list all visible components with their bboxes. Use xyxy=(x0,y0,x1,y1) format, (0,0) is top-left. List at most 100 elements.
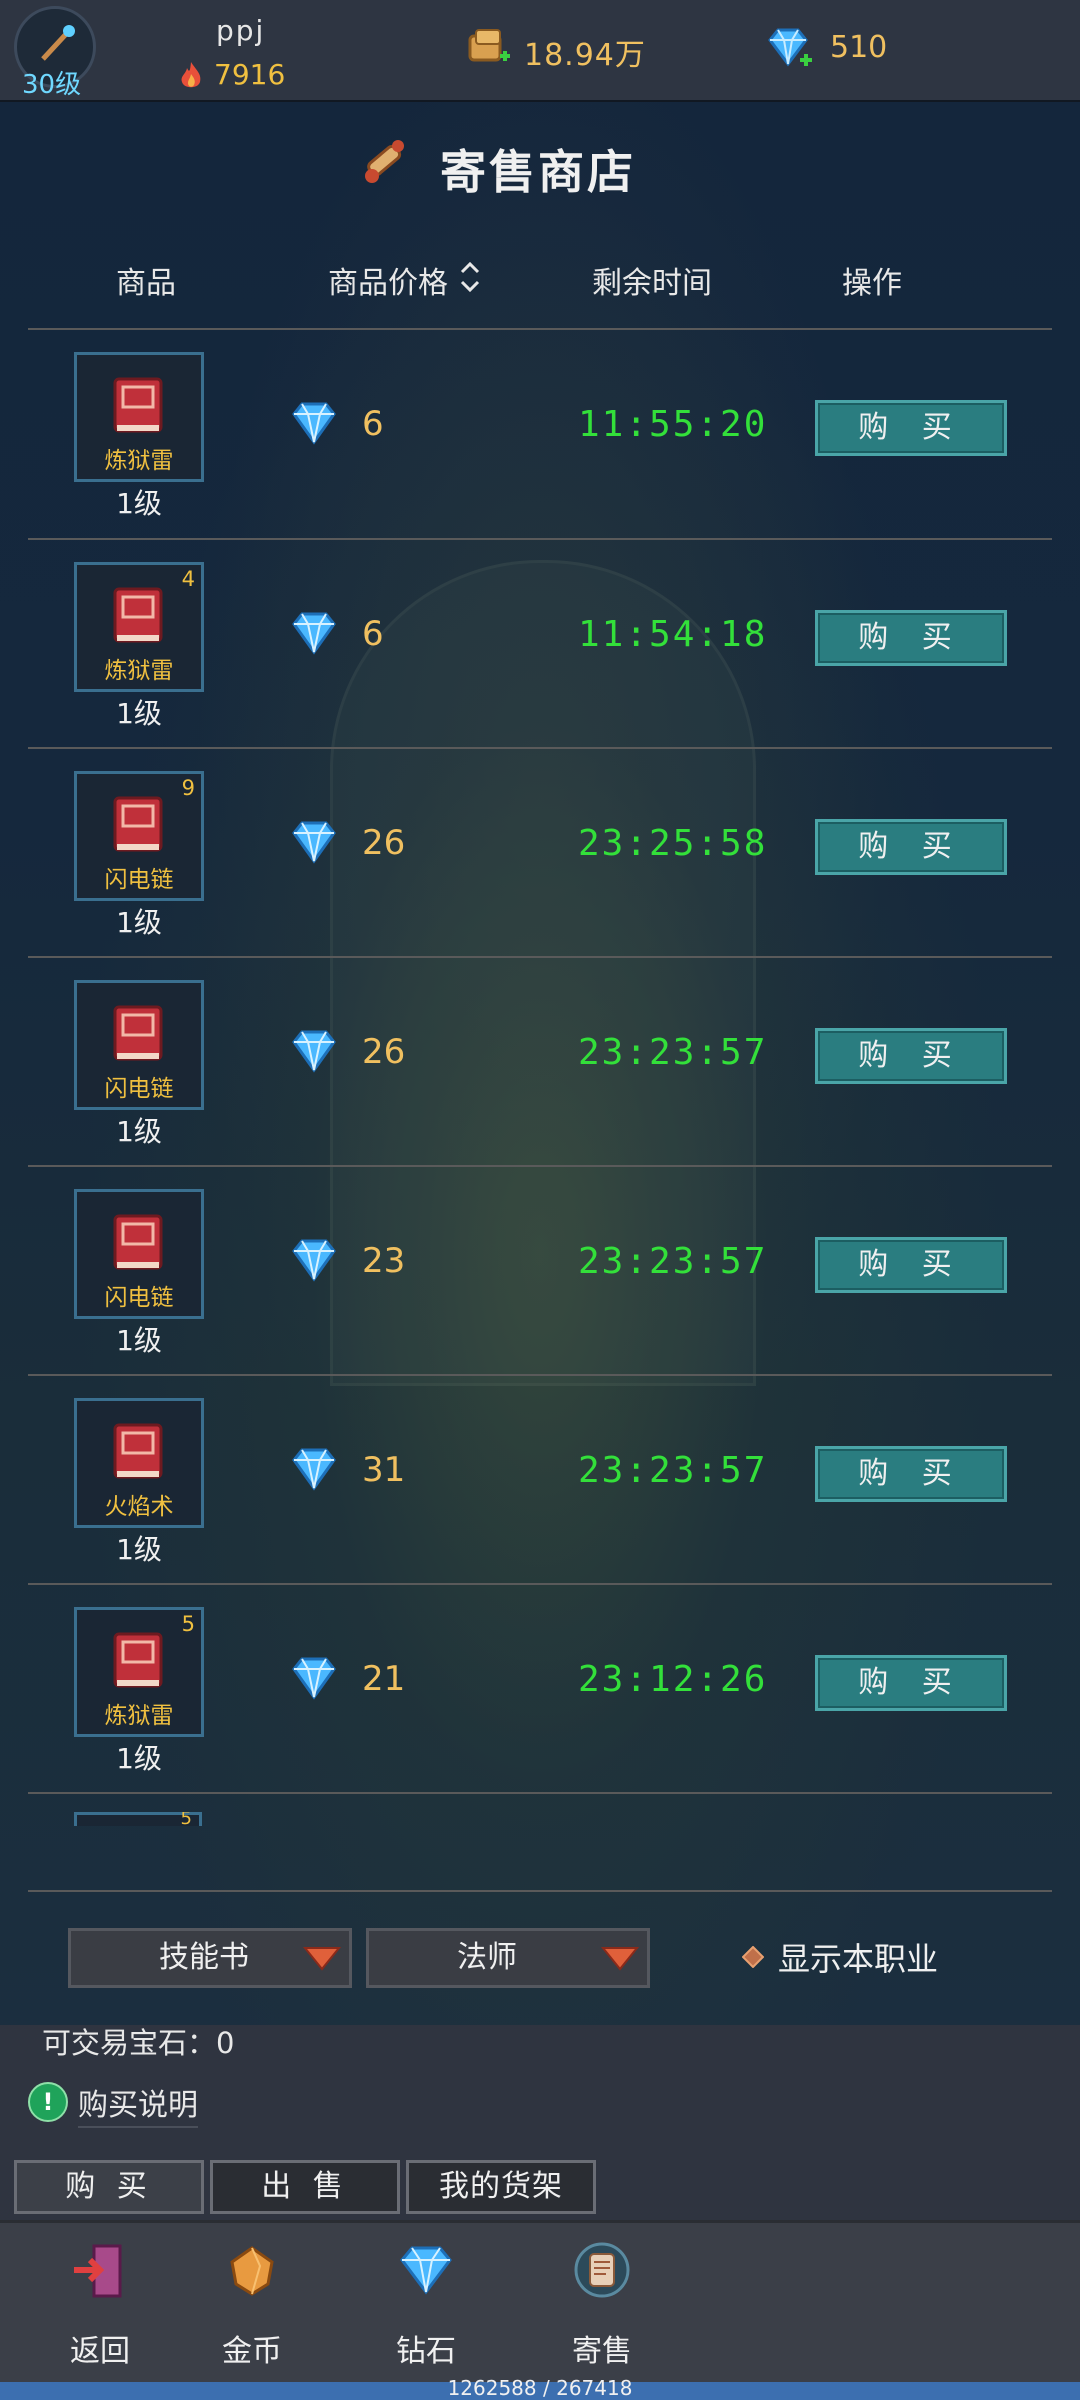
coordinate-readout: 1262588 / 267418 xyxy=(447,2376,633,2400)
item-price: 26 xyxy=(362,823,406,863)
diamond-icon xyxy=(400,2246,452,2295)
diamond-add-icon[interactable] xyxy=(764,26,814,72)
remaining-time: 23:25:58 xyxy=(578,823,768,864)
item-price: 6 xyxy=(362,404,384,444)
diamond-icon xyxy=(292,1657,336,1700)
gold-coin-icon xyxy=(230,2246,274,2296)
info-icon[interactable]: ! xyxy=(28,2082,68,2122)
player-name: ppj xyxy=(216,14,266,47)
tab-my-shelf[interactable]: 我的货架 xyxy=(406,2160,596,2214)
item-name: 炼狱雷 xyxy=(104,1703,174,1729)
show-own-profession-toggle[interactable]: 显示本职业 xyxy=(778,1934,938,1980)
item-price: 26 xyxy=(362,1032,406,1072)
profession-value: 法师 xyxy=(457,1940,517,1975)
nav-gold[interactable]: 金币 xyxy=(192,2240,312,2369)
item-slot[interactable]: 炼狱雷 xyxy=(74,352,204,482)
item-level: 1级 xyxy=(116,1742,162,1775)
diamond-icon xyxy=(292,612,336,655)
remaining-time: 23:23:57 xyxy=(578,1450,768,1491)
nav-back[interactable]: 返回 xyxy=(40,2240,160,2369)
page-title: 寄售商店 xyxy=(440,145,636,199)
item-slot[interactable]: 9 闪电链 xyxy=(74,771,204,901)
item-slot[interactable]: 火焰术 xyxy=(74,1398,204,1528)
tradable-gems: 可交易宝石：0 xyxy=(42,2026,235,2060)
nav-diamond-label: 钻石 xyxy=(396,2334,456,2369)
nav-consignment[interactable]: 寄售 xyxy=(542,2240,662,2369)
item-name: 闪电链 xyxy=(104,1285,174,1311)
checkbox-diamond-icon[interactable] xyxy=(742,1946,764,1968)
skill-book-icon xyxy=(113,587,163,643)
player-level: 30级 xyxy=(22,70,82,100)
combat-power: 7916 xyxy=(214,58,286,91)
table-row: 4 炼狱雷 1级 6 11:54:18 购 买 xyxy=(28,540,1052,748)
item-price: 23 xyxy=(362,1241,406,1281)
diamond-icon xyxy=(292,1448,336,1491)
nav-gold-label: 金币 xyxy=(222,2334,282,2369)
header-action: 操作 xyxy=(842,266,902,301)
skill-book-icon xyxy=(113,1214,163,1270)
tab-buy[interactable]: 购 买 xyxy=(14,2160,204,2214)
buy-instructions-link[interactable]: 购买说明 xyxy=(78,2080,198,2128)
item-level: 1级 xyxy=(116,1533,162,1566)
sort-icon[interactable] xyxy=(456,258,484,296)
buy-button[interactable]: 购 买 xyxy=(815,400,1007,456)
item-level: 1级 xyxy=(116,906,162,939)
remaining-time: 23:12:26 xyxy=(578,1659,768,1700)
item-level: 1级 xyxy=(116,697,162,730)
buy-button[interactable]: 购 买 xyxy=(815,1446,1007,1502)
consignment-scroll-icon xyxy=(574,2242,630,2298)
buy-button[interactable]: 购 买 xyxy=(815,819,1007,875)
list-bottom-divider xyxy=(28,1890,1052,1892)
header-price[interactable]: 商品价格 xyxy=(328,258,448,302)
bottom-navigation xyxy=(0,2220,1080,2383)
item-price: 6 xyxy=(362,614,384,654)
item-slot[interactable]: 闪电链 xyxy=(74,980,204,1110)
gold-amount: 18.94万 xyxy=(524,38,646,73)
item-slot[interactable]: 4 炼狱雷 xyxy=(74,562,204,692)
remaining-time: 23:23:57 xyxy=(578,1241,768,1282)
flame-icon xyxy=(181,62,201,88)
tab-sell[interactable]: 出 售 xyxy=(210,2160,400,2214)
table-row: 闪电链 1级 23 23:23:57 购 买 xyxy=(28,1167,1052,1375)
item-name: 闪电链 xyxy=(104,1076,174,1102)
buy-button[interactable]: 购 买 xyxy=(815,1237,1007,1293)
table-row: 5 炼狱雷 1级 21 23:12:26 购 买 xyxy=(28,1585,1052,1793)
stack-count: 4 xyxy=(181,567,195,591)
category-dropdown[interactable]: 技能书 xyxy=(68,1928,352,1988)
gold-add-icon[interactable] xyxy=(466,26,512,72)
partial-item-slot[interactable]: 5 xyxy=(74,1812,202,1826)
skill-book-icon xyxy=(113,377,163,433)
nav-consignment-label: 寄售 xyxy=(572,2334,632,2369)
table-row: 9 闪电链 1级 26 23:25:58 购 买 xyxy=(28,749,1052,957)
row-divider xyxy=(28,1792,1052,1794)
player-status-bar: 30级 ppj 7916 18.94万 510 xyxy=(0,0,1080,102)
remaining-time: 23:23:57 xyxy=(578,1032,768,1073)
item-price: 31 xyxy=(362,1450,406,1490)
item-name: 炼狱雷 xyxy=(104,658,174,684)
dropdown-arrow-icon xyxy=(601,1947,639,1971)
stack-count: 5 xyxy=(180,1812,192,1826)
buy-button[interactable]: 购 买 xyxy=(815,610,1007,666)
buy-button[interactable]: 购 买 xyxy=(815,1655,1007,1711)
item-name: 闪电链 xyxy=(104,867,174,893)
skill-book-icon xyxy=(113,796,163,852)
diamond-icon xyxy=(292,1239,336,1282)
skill-book-icon xyxy=(113,1632,163,1688)
item-slot[interactable]: 闪电链 xyxy=(74,1189,204,1319)
buy-button[interactable]: 购 买 xyxy=(815,1028,1007,1084)
wand-icon xyxy=(41,25,75,61)
item-name: 炼狱雷 xyxy=(104,448,174,474)
diamond-icon xyxy=(292,402,336,445)
stack-count: 9 xyxy=(181,776,195,800)
table-row: 闪电链 1级 26 23:23:57 购 买 xyxy=(28,958,1052,1166)
nav-diamond[interactable]: 钻石 xyxy=(366,2240,486,2369)
item-level: 1级 xyxy=(116,1115,162,1148)
diamond-icon xyxy=(292,821,336,864)
exit-door-icon xyxy=(74,2244,122,2298)
remaining-time: 11:55:20 xyxy=(578,404,768,445)
item-level: 1级 xyxy=(116,1324,162,1357)
header-item: 商品 xyxy=(116,266,176,301)
item-level: 1级 xyxy=(116,487,162,520)
item-slot[interactable]: 5 炼狱雷 xyxy=(74,1607,204,1737)
profession-dropdown[interactable]: 法师 xyxy=(366,1928,650,1988)
